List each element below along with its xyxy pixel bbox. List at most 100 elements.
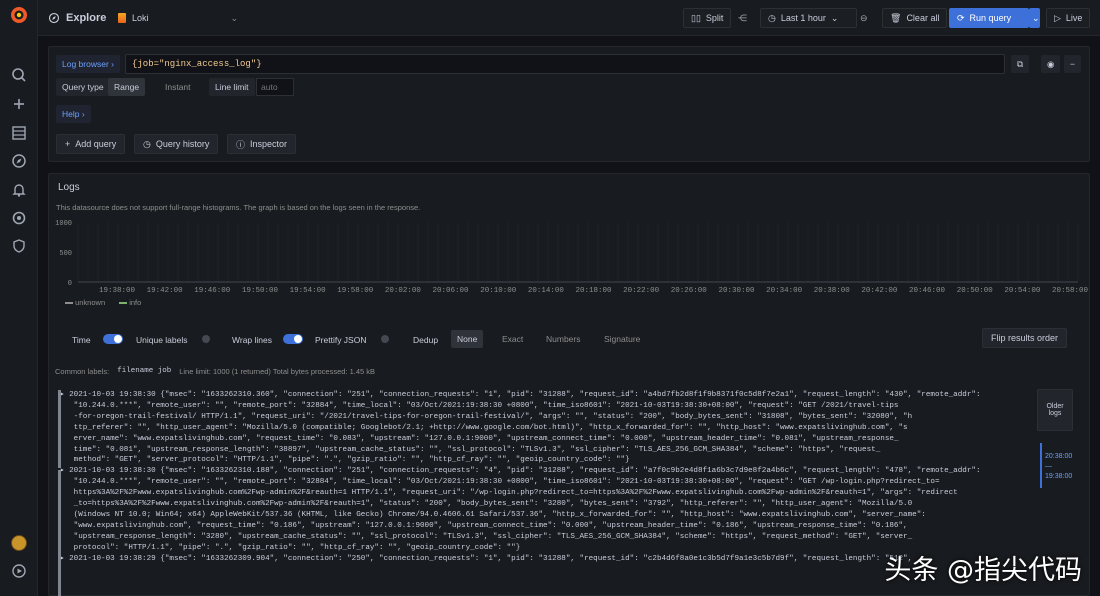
x-tick-label: 20:54:00 [1004,287,1041,295]
add-query-button[interactable]: + Add query [56,134,126,154]
datasource-picker[interactable]: Loki ⌄ [118,8,238,28]
query-history-button[interactable]: ◷ Query history [134,134,219,154]
dedup-exact-button[interactable]: Exact [496,330,529,348]
info-icon: ⓘ [236,139,246,150]
log-line[interactable]: "upstream_response_length": "3280", "ups… [60,532,1032,543]
x-tick-label: 19:46:00 [194,287,231,295]
flip-results-order-button[interactable]: Flip results order [982,328,1068,348]
histogram-legend: unknown info [65,298,141,307]
logs-summary: Line limit: 1000 (1 returned) Total byte… [179,367,376,376]
log-line[interactable]: ttp_referer": "", "http_user_agent": "Mo… [60,423,1032,434]
run-query-options-button[interactable]: ⌄ [1029,8,1040,28]
live-button[interactable]: ▷ Live [1046,8,1091,28]
history-icon: ◷ [143,138,151,149]
configuration-gear-icon[interactable] [11,210,27,226]
zoom-out-icon[interactable]: ⊖ [860,8,868,28]
log-line[interactable]: "10.244.0.***", "remote_user": "", "remo… [60,477,1032,488]
clock-icon: ◷ [768,12,776,23]
older-logs-button[interactable]: Older logs [1037,389,1073,431]
avatar[interactable] [11,535,27,551]
x-tick-label: 19:58:00 [337,287,374,295]
x-tick-label: 20:18:00 [575,287,612,295]
x-tick-label: 20:06:00 [432,287,469,295]
x-tick-label: 20:50:00 [956,287,993,295]
log-line[interactable]: (Windows NT 10.0; Win64; x64) AppleWebKi… [60,510,1032,521]
wrap-lines-label: Wrap lines [232,335,272,345]
help-toggle[interactable]: Help › [56,105,91,123]
prettify-json-toggle[interactable] [381,335,389,343]
x-tick-label: 20:22:00 [623,287,660,295]
help-icon[interactable] [11,563,27,579]
log-line[interactable]: _to=https%3A%2F%2Fwww.expatslivinghub.co… [60,499,1032,510]
logs-navigation-range[interactable]: 20:38:00—19:38:00 [1045,452,1072,482]
loki-logo-icon [118,13,126,23]
log-line[interactable]: time": "0.081", "upstream_response_lengt… [60,445,1032,456]
query-row-toggle-icon[interactable]: ⧉ [1011,55,1030,73]
split-icon: ▯▯ [691,12,701,23]
x-tick-label: 20:58:00 [1052,287,1089,295]
log-line[interactable]: -for-oregon-trail-festival/ HTTP/1.1", "… [60,412,1032,423]
chevron-down-icon: ⌄ [1032,12,1040,23]
watermark: 头条 @指尖代码 [884,555,1082,586]
explore-compass-icon[interactable] [11,153,27,169]
run-query-button[interactable]: ⟳ Run query [949,8,1029,28]
log-line[interactable]: ▸ 2021-10-03 19:38:30 {"msec": "16332623… [60,466,1032,477]
log-line[interactable]: erver_name": "www.expatslivinghub.com", … [60,434,1032,445]
dedup-numbers-button[interactable]: Numbers [540,330,586,348]
remove-query-icon[interactable]: − [1064,55,1081,73]
page-title: Explore [48,8,106,28]
query-type-instant[interactable]: Instant [159,78,197,96]
x-tick-label: 20:02:00 [384,287,421,295]
time-toggle[interactable] [103,334,123,344]
x-tick-label: 20:46:00 [909,287,946,295]
logs-meta: Common labels: filename job Line limit: … [55,367,375,376]
time-picker[interactable]: ◷ Last 1 hour ⌄ [760,8,857,28]
x-tick-label: 19:50:00 [241,287,278,295]
logs-title: Logs [58,182,80,193]
query-type-range[interactable]: Range [108,78,146,96]
unique-labels-label: Unique labels [136,335,188,345]
log-line[interactable]: "www.expatslivinghub.com", "request_time… [60,521,1032,532]
shield-icon[interactable] [11,238,27,254]
grafana-logo-icon[interactable] [9,5,29,25]
x-tick-label: 20:34:00 [766,287,803,295]
query-editor-panel: Log browser › {job="nginx_access_log"} ⧉… [48,46,1090,162]
legend-item-unknown[interactable]: unknown [65,298,105,307]
line-limit-label: Line limit [209,78,255,96]
x-tick-label: 20:38:00 [813,287,850,295]
y-tick-label: 500 [59,250,72,258]
y-tick-label: 1000 [55,220,72,228]
line-limit-input[interactable] [256,78,294,96]
y-tick-label: 0 [68,280,72,288]
common-labels-title: Common labels: [55,367,110,376]
x-tick-label: 19:38:00 [99,287,136,295]
log-browser-button[interactable]: Log browser › [56,55,120,73]
chevron-down-icon: ⌄ [230,12,238,23]
x-tick-label: 19:42:00 [146,287,183,295]
log-line[interactable]: ▸ 2021-10-03 19:38:30 {"msec": "16332623… [60,390,1032,401]
eye-icon[interactable]: ◉ [1041,55,1061,73]
clear-all-button[interactable]: 🗑 Clear all [882,8,948,28]
log-line[interactable]: https%3A%2F%2Fwww.expatslivinghub.com%2F… [60,488,1032,499]
explore-compass-icon [48,12,60,24]
dashboards-icon[interactable] [11,125,27,141]
alerting-bell-icon[interactable] [11,182,27,198]
share-icon[interactable]: ⋲ [738,8,747,28]
unique-labels-toggle[interactable] [202,335,210,343]
query-expression-input[interactable]: {job="nginx_access_log"} [125,54,1005,74]
log-line[interactable]: "10.244.0.***", "remote_user": "", "remo… [60,401,1032,412]
x-tick-label: 20:42:00 [861,287,898,295]
refresh-icon: ⟳ [957,12,965,23]
inspector-button[interactable]: ⓘ Inspector [227,134,297,154]
log-level-indicator [58,586,61,596]
dedup-signature-button[interactable]: Signature [598,330,646,348]
dedup-none-button[interactable]: None [451,330,484,348]
split-button[interactable]: ▯▯ Split [683,8,732,28]
wrap-lines-toggle[interactable] [283,334,303,344]
log-line[interactable]: method": "GET", "server_protocol": "HTTP… [60,455,1032,466]
search-icon[interactable] [11,67,27,83]
log-level-indicator [58,470,61,586]
plus-icon[interactable] [11,96,27,112]
prettify-json-label: Prettify JSON [315,335,367,345]
legend-item-info[interactable]: info [119,298,141,307]
